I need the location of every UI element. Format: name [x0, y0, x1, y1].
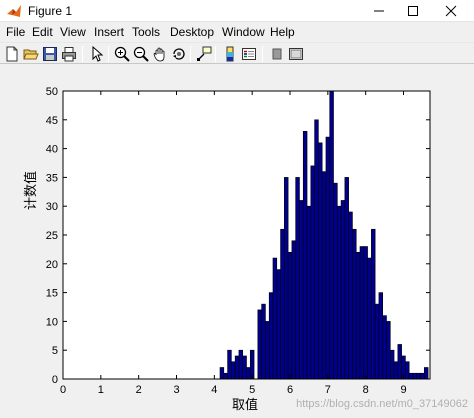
- y-tick-label: 15: [46, 288, 58, 300]
- histogram-bar: [238, 349, 244, 380]
- y-axis-label: 计数值: [23, 170, 38, 210]
- histogram-bar: [352, 228, 357, 380]
- histogram-bar: [306, 205, 312, 380]
- histogram-bar: [318, 142, 323, 380]
- histogram-bar: [234, 355, 240, 380]
- histogram-bar: [412, 372, 418, 380]
- x-tick-label: 4: [211, 384, 217, 396]
- histogram-bar: [257, 309, 262, 380]
- histogram-bar: [397, 344, 402, 380]
- histogram-bar: [408, 372, 414, 380]
- y-tick-label: 20: [46, 259, 58, 271]
- histogram-bar: [299, 200, 304, 380]
- histogram-bar: [291, 240, 296, 380]
- histogram-bar: [424, 367, 429, 380]
- histogram-bar: [280, 228, 285, 380]
- y-tick-label: 5: [52, 345, 58, 357]
- histogram-bar: [272, 257, 278, 380]
- x-tick-label: 0: [60, 384, 66, 396]
- histogram-bar: [287, 251, 293, 380]
- x-tick-label: 7: [325, 384, 331, 396]
- histogram-bar: [340, 200, 346, 380]
- histogram-bar: [265, 321, 270, 380]
- y-tick-label: 30: [46, 201, 58, 213]
- histogram-bar: [276, 269, 281, 380]
- x-tick-label: 1: [98, 384, 104, 396]
- histogram-axes[interactable]: 0123456789 05101520253035404550: [0, 0, 474, 418]
- histogram-bar: [284, 177, 289, 380]
- histogram-bar: [389, 349, 395, 380]
- histogram-bar: [231, 361, 236, 380]
- histogram-bar: [314, 119, 319, 380]
- y-tick-label: 50: [46, 86, 58, 98]
- histogram-bar: [337, 205, 342, 380]
- histogram-bar: [219, 367, 225, 380]
- x-axis-label: 取值: [232, 397, 259, 412]
- histogram-bar: [371, 228, 376, 380]
- histogram-bar: [223, 372, 228, 380]
- histogram-bar: [405, 361, 410, 380]
- histogram-bar: [386, 321, 391, 380]
- histogram-bar: [242, 355, 247, 380]
- histogram-bar: [348, 211, 353, 380]
- histogram-bar: [374, 303, 380, 380]
- histogram-bar: [363, 246, 368, 380]
- histogram-bar: [227, 349, 232, 380]
- histogram-bar: [333, 182, 338, 380]
- y-tick-label: 10: [46, 316, 58, 328]
- histogram-bar: [359, 246, 365, 380]
- histogram-bar: [295, 177, 300, 380]
- histogram-bar: [246, 367, 251, 380]
- histogram-bar: [382, 315, 387, 380]
- histogram-bar: [378, 292, 384, 380]
- histogram-bar: [310, 165, 315, 380]
- x-tick-label: 2: [136, 384, 142, 396]
- histogram-bar: [329, 90, 334, 380]
- histogram-bar: [249, 349, 255, 380]
- x-tick-label: 3: [173, 384, 179, 396]
- histogram-bar: [344, 177, 349, 380]
- histogram-bar: [393, 361, 399, 380]
- x-tick-label: 6: [287, 384, 293, 396]
- y-tick-label: 40: [46, 144, 58, 156]
- histogram-bar: [268, 292, 274, 380]
- x-tick-label: 9: [400, 384, 406, 396]
- y-tick-label: 45: [46, 115, 58, 127]
- histogram-bar: [325, 136, 331, 380]
- y-tick-label: 35: [46, 172, 58, 184]
- x-tick-label: 8: [363, 384, 369, 396]
- watermark-text: https://blog.csdn.net/m0_37149062: [296, 398, 468, 410]
- y-tick-label: 0: [52, 374, 58, 386]
- histogram-bar: [302, 131, 308, 380]
- histogram-bar: [420, 372, 425, 380]
- histogram-bar: [367, 257, 372, 380]
- histogram-bar: [355, 251, 361, 380]
- y-tick-label: 25: [46, 230, 58, 242]
- histogram-bar: [416, 372, 421, 380]
- histogram-bar: [321, 171, 327, 380]
- histogram-bar: [261, 303, 266, 380]
